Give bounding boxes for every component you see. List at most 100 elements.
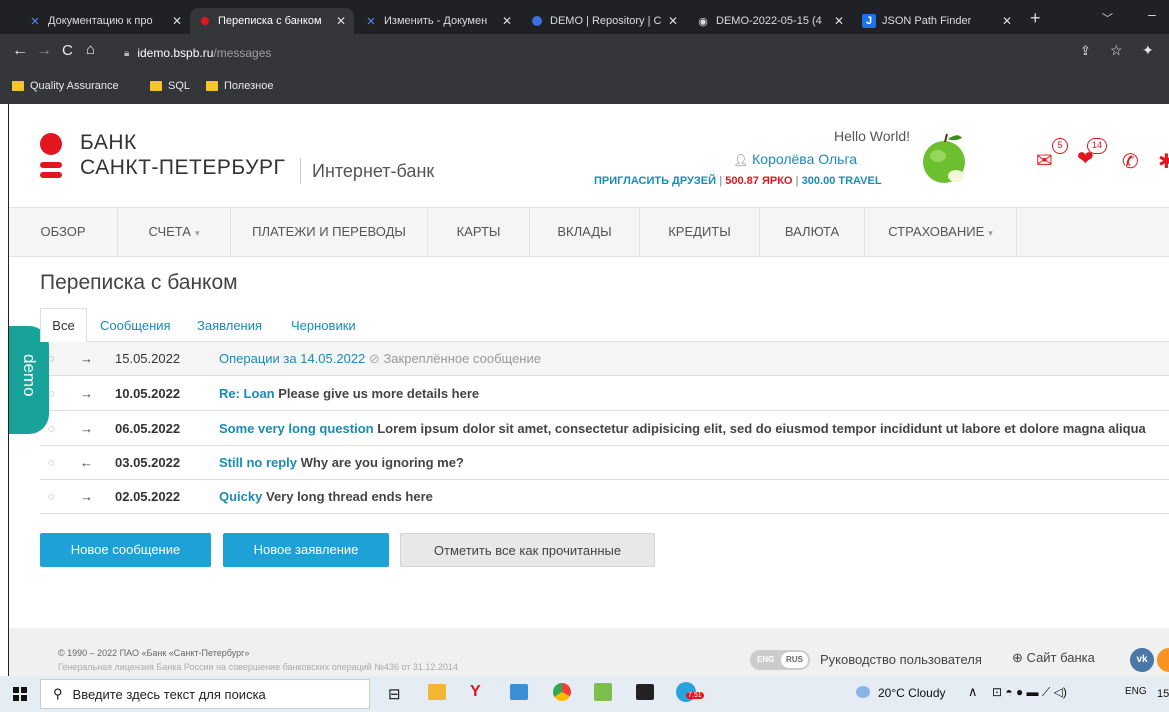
close-tab-icon[interactable]: ✕: [668, 14, 678, 28]
gift-count-badge: 14: [1087, 138, 1107, 154]
message-row[interactable]: ◌ → 10.05.2022 Re: Loan Please give us m…: [40, 377, 1169, 411]
message-subject[interactable]: Re: Loan: [219, 386, 275, 401]
weather-text[interactable]: 20°C Cloudy: [878, 686, 946, 700]
bank-site-link[interactable]: ⊕ Сайт банка: [1012, 650, 1095, 666]
reload-icon[interactable]: C: [62, 42, 73, 59]
tab-drafts[interactable]: Черновики: [291, 318, 356, 333]
chat-bubble-icon: ◌: [48, 422, 55, 435]
yandex-browser-icon[interactable]: Y: [470, 683, 481, 701]
telegram-badge: 7.51: [686, 692, 704, 699]
message-subject[interactable]: Quicky: [219, 489, 262, 504]
repo-icon: [530, 14, 544, 28]
browser-tab[interactable]: DEMO | Repository | C ✕: [522, 8, 686, 34]
bonus-bar: ПРИГЛАСИТЬ ДРУЗЕЙ | 500.87 ЯРКО | 300.00…: [594, 175, 882, 187]
new-application-button[interactable]: Новое заявление: [223, 533, 389, 567]
windows-taskbar: ⚲ Введите здесь текст для поиска ⊟ Y 7.5…: [0, 676, 1169, 712]
tab-messages[interactable]: Сообщения: [100, 318, 171, 333]
message-body: Lorem ipsum dolor sit amet, consectetur …: [377, 421, 1146, 436]
page-title: Переписка с банком: [40, 271, 238, 294]
logo-circle-icon: [40, 133, 62, 155]
app-icon[interactable]: [510, 684, 528, 700]
chevron-up-icon[interactable]: ∧: [968, 684, 978, 700]
message-row[interactable]: ◌ ← 03.05.2022 Still no reply Why are yo…: [40, 446, 1169, 480]
url-bar[interactable]: 🔒︎ idemo.bspb.ru/messages: [112, 40, 1162, 66]
extensions-icon[interactable]: ✦: [1142, 42, 1154, 59]
user-name-link[interactable]: 👤︎ Королёва Ольга: [733, 151, 857, 167]
forward-icon[interactable]: →: [36, 42, 52, 60]
nav-credits[interactable]: КРЕДИТЫ: [640, 208, 760, 256]
message-row[interactable]: ◌ → 15.05.2022 Операции за 14.05.2022 ⊘ …: [40, 342, 1169, 376]
message-row[interactable]: ◌ → 02.05.2022 Quicky Very long thread e…: [40, 480, 1169, 514]
close-tab-icon[interactable]: ✕: [1002, 14, 1012, 28]
keyboard-language[interactable]: ENG: [1125, 686, 1147, 697]
bookmark-quality-assurance[interactable]: Quality Assurance: [12, 80, 119, 92]
back-icon[interactable]: ←: [12, 42, 28, 60]
telegram-icon[interactable]: 7.51: [676, 682, 704, 702]
chat-bubble-icon: ◌: [48, 490, 55, 503]
chrome-icon[interactable]: [553, 683, 571, 701]
bonus-yarko-link[interactable]: 500.87 ЯРКО: [725, 175, 792, 187]
close-tab-icon[interactable]: ✕: [834, 14, 844, 28]
file-explorer-icon[interactable]: [428, 684, 446, 700]
tray-icons[interactable]: ⊡ ◓ ● ▬ ⟋ ◁): [992, 685, 1067, 700]
home-icon[interactable]: ⌂: [86, 41, 95, 58]
close-tab-icon[interactable]: ✕: [172, 14, 182, 28]
windows-start-icon[interactable]: [13, 687, 27, 701]
direction-arrow-icon: ←: [80, 455, 93, 470]
mark-all-read-button[interactable]: Отметить все как прочитанные: [400, 533, 655, 567]
nav-insurance[interactable]: СТРАХОВАНИЕ ▾: [865, 208, 1017, 256]
phone-icon[interactable]: ✆: [1122, 149, 1139, 174]
nav-deposits[interactable]: ВКЛАДЫ: [530, 208, 640, 256]
nav-payments[interactable]: ПЛАТЕЖИ И ПЕРЕВОДЫ: [231, 208, 428, 256]
star-icon[interactable]: ☆: [1110, 42, 1123, 59]
new-tab-icon[interactable]: +: [1030, 8, 1041, 29]
browser-tab[interactable]: J JSON Path Finder ✕: [854, 8, 1020, 34]
gifts-button[interactable]: ❤ 14: [1077, 138, 1107, 171]
nav-accounts[interactable]: СЧЕТА ▾: [118, 208, 231, 256]
message-subject[interactable]: Some very long question: [219, 421, 374, 436]
close-tab-icon[interactable]: ✕: [502, 14, 512, 28]
internet-bank-label: Интернет-банк: [312, 161, 435, 181]
nav-currency[interactable]: ВАЛЮТА: [760, 208, 865, 256]
demo-side-tab[interactable]: demo: [9, 326, 49, 434]
message-date: 06.05.2022: [115, 421, 181, 436]
new-message-button[interactable]: Новое сообщение: [40, 533, 211, 567]
browser-tab[interactable]: ◉ DEMO-2022-05-15 (4 ✕: [688, 8, 852, 34]
message-subject[interactable]: Still no reply: [219, 455, 297, 470]
bookmark-sql[interactable]: SQL: [150, 80, 190, 92]
message-row[interactable]: ◌ → 06.05.2022 Some very long question L…: [40, 412, 1169, 446]
tab-all[interactable]: Все: [40, 308, 87, 342]
terminal-icon[interactable]: [636, 684, 654, 700]
main-nav: ОБЗОР СЧЕТА ▾ ПЛАТЕЖИ И ПЕРЕВОДЫ КАРТЫ ВК…: [9, 207, 1169, 257]
share-icon[interactable]: ⇪: [1080, 43, 1091, 59]
bonus-travel-link[interactable]: 300.00 TRAVEL: [802, 175, 882, 187]
clock-text[interactable]: 15: [1157, 688, 1169, 700]
envelope-icon: ✉: [1036, 150, 1053, 172]
browser-tab[interactable]: ✕ Изменить - Докумен ✕: [356, 8, 520, 34]
nav-overview[interactable]: ОБЗОР: [9, 208, 118, 256]
messages-button[interactable]: ✉ 5: [1036, 138, 1068, 173]
logo-bar-icon: [40, 172, 62, 178]
invite-friends-link[interactable]: ПРИГЛАСИТЬ ДРУЗЕЙ: [594, 175, 716, 187]
ok-icon[interactable]: [1157, 648, 1169, 672]
user-guide-link[interactable]: Руководство пользователя: [820, 652, 982, 667]
vk-icon[interactable]: vk: [1130, 648, 1154, 672]
message-body: Why are you ignoring me?: [300, 455, 464, 470]
language-toggle[interactable]: ENG RUS: [750, 650, 810, 670]
tab-search-icon[interactable]: ﹀: [1102, 10, 1113, 26]
task-view-icon[interactable]: ⊟: [388, 685, 401, 703]
message-date: 10.05.2022: [115, 386, 181, 401]
taskbar-search-input[interactable]: ⚲ Введите здесь текст для поиска: [40, 679, 370, 709]
browser-tab-active[interactable]: Переписка с банком ✕: [190, 8, 354, 34]
tab-applications[interactable]: Заявления: [197, 318, 262, 333]
direction-arrow-icon: →: [80, 489, 93, 504]
editor-icon[interactable]: [594, 683, 612, 701]
bookmark-useful[interactable]: Полезное: [206, 80, 273, 92]
browser-tab[interactable]: ✕ Документацию к про ✕: [20, 8, 190, 34]
message-subject[interactable]: Операции за 14.05.2022: [219, 351, 365, 366]
nav-cards[interactable]: КАРТЫ: [428, 208, 530, 256]
close-tab-icon[interactable]: ✕: [336, 14, 346, 28]
minimize-icon[interactable]: –: [1148, 6, 1156, 22]
json-icon: J: [862, 14, 876, 28]
settings-icon[interactable]: ✱: [1158, 149, 1169, 174]
